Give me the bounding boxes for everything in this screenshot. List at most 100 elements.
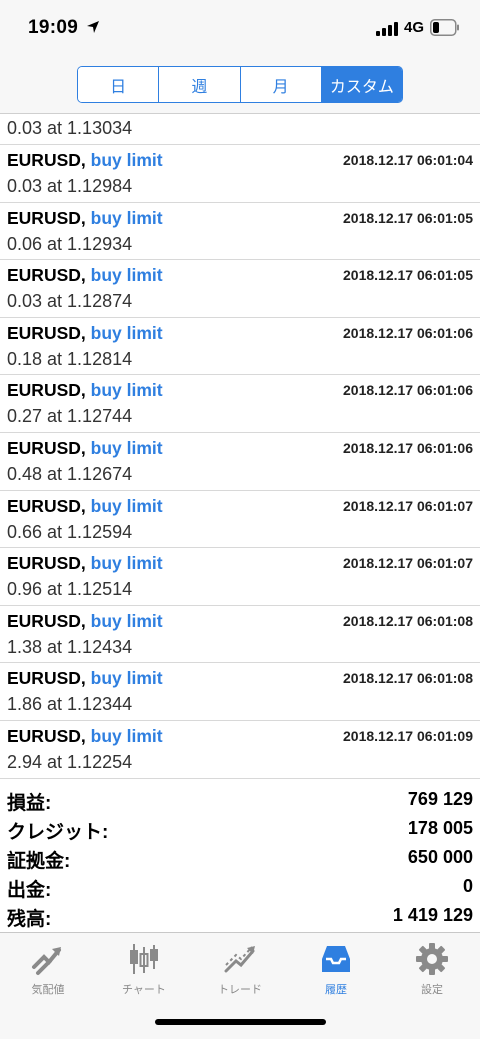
- order-symbol: EURUSD,: [7, 668, 86, 689]
- order-time: 2018.12.17 06:01:06: [343, 382, 473, 399]
- order-symbol-line: EURUSD, buy limit: [7, 265, 163, 286]
- tab-quotes[interactable]: 気配値: [0, 933, 96, 1003]
- tab-label: トレード: [218, 984, 262, 996]
- tab-label: 気配値: [31, 984, 65, 996]
- period-tab-day[interactable]: 日: [78, 67, 160, 102]
- list-item[interactable]: EURUSD, buy limit 2018.12.17 06:01:06 0.18…: [0, 318, 480, 376]
- trade-icon: [224, 946, 255, 973]
- order-type: buy limit: [90, 265, 163, 286]
- tab-label: 履歴: [325, 984, 347, 996]
- list-item[interactable]: EURUSD, buy limit 2018.12.17 06:01:05 0.03…: [0, 260, 480, 318]
- list-item[interactable]: EURUSD, buy limit 2018.12.17 06:01:07 0.66…: [0, 491, 480, 549]
- summary-value: 0: [462, 876, 473, 896]
- home-indicator[interactable]: [155, 1019, 326, 1025]
- order-symbol: EURUSD,: [7, 437, 86, 458]
- chart-icon: [130, 944, 158, 974]
- order-detail: 0.03 at 1.12874: [7, 291, 133, 312]
- summary-label: 出金:: [7, 880, 52, 901]
- order-symbol: EURUSD,: [7, 207, 86, 228]
- order-symbol-line: EURUSD, buy limit: [7, 323, 163, 344]
- order-type: buy limit: [90, 207, 163, 228]
- status-time: 19:09: [28, 17, 79, 38]
- tab-history[interactable]: 履歴: [288, 933, 384, 1003]
- order-time: 2018.12.17 06:01:05: [343, 209, 473, 226]
- history-list[interactable]: 0.03 at 1.13034 EURUSD, buy limit 2018.12…: [0, 114, 480, 779]
- order-time: 2018.12.17 06:01:06: [343, 324, 473, 341]
- order-time: 2018.12.17 06:01:07: [343, 555, 473, 572]
- order-detail: 0.96 at 1.12514: [7, 579, 133, 600]
- quotes-icon: [32, 947, 61, 975]
- order-symbol: EURUSD,: [7, 380, 86, 401]
- order-symbol: EURUSD,: [7, 553, 86, 574]
- summary-label: 損益:: [7, 793, 52, 814]
- period-tab-week[interactable]: 週: [159, 67, 241, 102]
- summary-label: 残高:: [7, 909, 52, 930]
- summary-row: 損益: 769 129: [0, 786, 480, 815]
- summary-value: 1 419 129: [392, 905, 473, 925]
- order-time: 2018.12.17 06:01:04: [343, 152, 473, 168]
- battery-icon: [430, 19, 459, 36]
- order-type: buy limit: [90, 725, 163, 746]
- network-type: 4G: [404, 19, 425, 36]
- list-item[interactable]: EURUSD, buy limit 2018.12.17 06:01:06 0.27…: [0, 375, 480, 433]
- order-symbol-line: EURUSD, buy limit: [7, 438, 163, 459]
- order-symbol: EURUSD,: [7, 322, 86, 343]
- order-detail: 1.38 at 1.12434: [7, 636, 133, 657]
- summary-row: 出金: 0: [0, 873, 480, 902]
- summary-value: 769 129: [407, 789, 473, 809]
- tab-trade[interactable]: トレード: [192, 933, 288, 1003]
- summary-row: 証拠金: 650 000: [0, 844, 480, 873]
- period-tab-month[interactable]: 月: [240, 67, 322, 102]
- period-tab-custom[interactable]: カスタム: [321, 67, 402, 102]
- order-detail: 0.18 at 1.12814: [7, 348, 133, 369]
- order-symbol-line: EURUSD, buy limit: [7, 726, 163, 747]
- order-detail: 0.03 at 1.12984: [7, 176, 133, 196]
- summary-row: 残高: 1 419 129: [0, 902, 480, 931]
- list-item-partial[interactable]: 0.03 at 1.13034: [0, 114, 480, 145]
- order-symbol: EURUSD,: [7, 725, 86, 746]
- tab-chart[interactable]: チャート: [96, 933, 192, 1003]
- summary-row: クレジット: 178 005: [0, 815, 480, 844]
- period-segmented-control: 日 週 月 カスタム: [77, 66, 403, 103]
- summary-label: クレジット:: [7, 822, 109, 843]
- order-type: buy limit: [90, 668, 163, 689]
- order-type: buy limit: [90, 380, 163, 401]
- summary-value: 178 005: [407, 818, 473, 838]
- account-summary: 損益: 769 129 クレジット: 178 005 証拠金: 650 000 出金: 0 残高…: [0, 786, 480, 931]
- list-item[interactable]: EURUSD, buy limit 2018.12.17 06:01:08 1.86…: [0, 663, 480, 721]
- location-arrow-icon: [87, 21, 99, 33]
- tab-label: 設定: [421, 984, 443, 996]
- summary-value: 650 000: [407, 847, 473, 867]
- order-detail: 0.66 at 1.12594: [7, 521, 133, 542]
- order-detail: 1.86 at 1.12344: [7, 694, 133, 715]
- order-time: 2018.12.17 06:01:08: [343, 670, 473, 687]
- order-symbol-line: EURUSD, buy limit: [7, 553, 163, 574]
- list-item[interactable]: EURUSD, buy limit 2018.12.17 06:01:09 2.94…: [0, 721, 480, 779]
- list-item[interactable]: EURUSD, buy limit 2018.12.17 06:01:06 0.48…: [0, 433, 480, 491]
- order-detail: 0.27 at 1.12744: [7, 406, 133, 427]
- status-bar: 19:09 4G: [0, 0, 480, 60]
- settings-icon: [416, 943, 448, 975]
- list-item[interactable]: EURUSD, buy limit 2018.12.17 06:01:04 0.03…: [0, 145, 480, 203]
- order-detail: 0.06 at 1.12934: [7, 233, 133, 254]
- order-detail: 0.03 at 1.13034: [7, 118, 133, 138]
- order-time: 2018.12.17 06:01:08: [343, 612, 473, 629]
- list-item[interactable]: EURUSD, buy limit 2018.12.17 06:01:08 1.38…: [0, 606, 480, 664]
- order-symbol: EURUSD,: [7, 495, 86, 516]
- list-item[interactable]: EURUSD, buy limit 2018.12.17 06:01:07 0.96…: [0, 548, 480, 606]
- tab-settings[interactable]: 設定: [384, 933, 480, 1003]
- order-symbol-line: EURUSD, buy limit: [7, 668, 163, 689]
- order-type: buy limit: [90, 495, 163, 516]
- order-symbol-line: EURUSD, buy limit: [7, 496, 163, 517]
- order-time: 2018.12.17 06:01:09: [343, 727, 473, 744]
- tab-label: チャート: [122, 984, 166, 996]
- order-type: buy limit: [90, 553, 163, 574]
- order-symbol-line: EURUSD, buy limit: [7, 611, 163, 632]
- order-symbol-line: EURUSD, buy limit: [7, 150, 163, 171]
- order-time: 2018.12.17 06:01:05: [343, 267, 473, 284]
- order-symbol-line: EURUSD, buy limit: [7, 208, 163, 229]
- summary-label: 証拠金:: [7, 851, 71, 872]
- history-icon: [322, 946, 350, 972]
- list-item[interactable]: EURUSD, buy limit 2018.12.17 06:01:05 0.06…: [0, 203, 480, 261]
- signal-icon: [376, 22, 398, 36]
